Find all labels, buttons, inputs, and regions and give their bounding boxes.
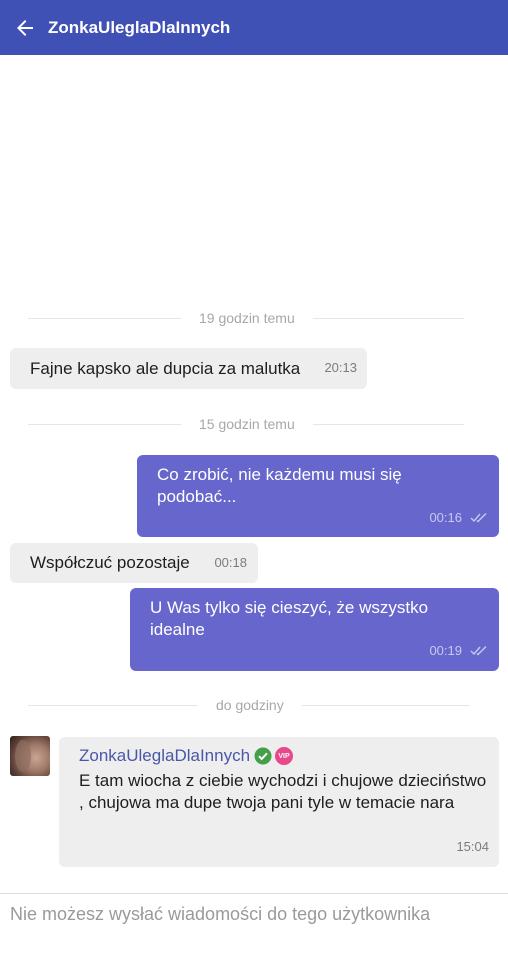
date-separator: 15 godzin temu [0,414,508,434]
message-time: 20:13 [324,360,357,375]
date-separator: do godziny [0,695,508,715]
conversation-title: ZonkaUleglaDlaInnych [48,17,231,37]
message-time: 00:19 [429,643,462,658]
message-outgoing[interactable]: Co zrobić, nie każdemu musi się podobać.… [137,455,499,537]
date-separator: 19 godzin temu [0,308,508,328]
message-time: 15:04 [456,839,489,854]
message-text: Fajne kapsko ale dupcia za malutka [30,359,301,378]
date-separator-label: do godziny [216,697,284,713]
double-check-icon [470,646,487,656]
message-outgoing[interactable]: U Was tylko się cieszyć, że wszystko ide… [130,588,499,671]
message-incoming[interactable]: ZonkaUleglaDlaInnych VIP E tam wiocha z … [59,737,499,867]
vip-badge: VIP [275,747,294,765]
date-separator-label: 15 godzin temu [199,416,295,432]
message-time: 00:18 [214,555,247,570]
back-button[interactable] [0,0,50,55]
app-bar: ZonkaUleglaDlaInnych [0,0,508,55]
message-text: U Was tylko się cieszyć, że wszystko ide… [150,598,429,639]
message-text: Co zrobić, nie każdemu musi się podobać.… [157,465,402,506]
composer-disabled-notice: Nie możesz wysłać wiadomości do tego uży… [0,893,508,960]
double-check-icon [470,513,487,523]
vip-badge-label: VIP [278,752,290,760]
message-incoming[interactable]: Fajne kapsko ale dupcia za malutka 20:13 [10,348,367,389]
sender-name[interactable]: ZonkaUleglaDlaInnych [79,746,250,766]
composer-notice-text: Nie możesz wysłać wiadomości do tego uży… [10,904,431,924]
message-text: Współczuć pozostaje [30,553,190,572]
avatar[interactable] [10,736,50,776]
message-time: 00:16 [429,510,462,525]
arrow-left-icon [17,19,33,36]
date-separator-label: 19 godzin temu [199,310,295,326]
verified-check-icon [254,747,272,765]
message-text: E tam wiocha z ciebie wychodzi i chujowe… [79,771,487,812]
message-incoming[interactable]: Współczuć pozostaje 00:18 [10,543,258,583]
